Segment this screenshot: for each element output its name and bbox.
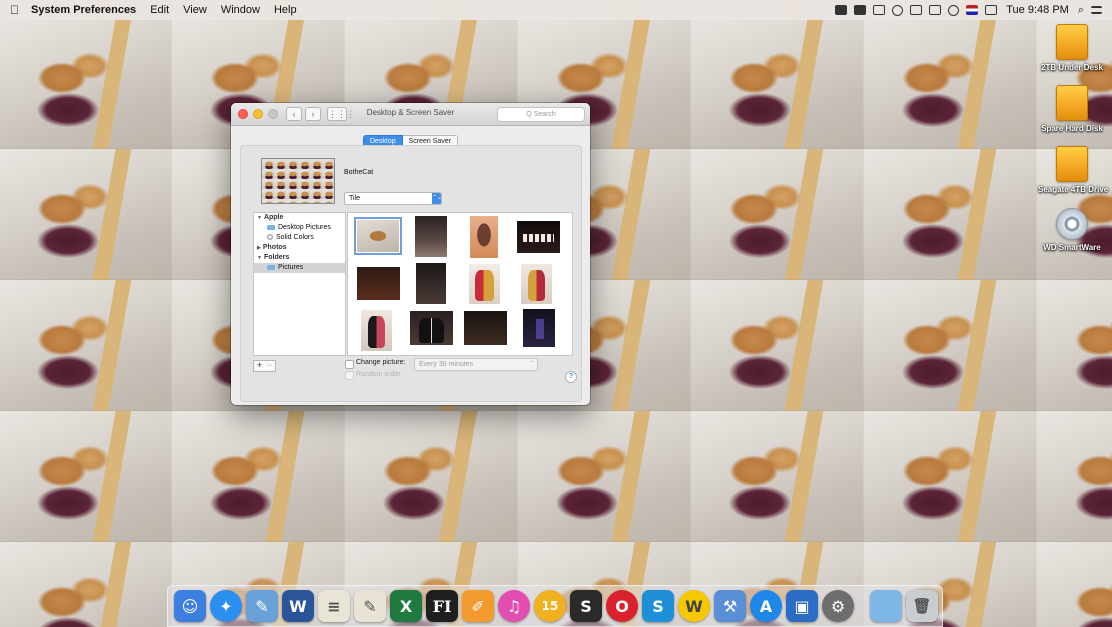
menu-help[interactable]: Help (274, 4, 297, 16)
thumbnail-photo[interactable] (416, 263, 446, 304)
camera-icon[interactable] (854, 5, 867, 15)
s-app-icon[interactable]: S (642, 590, 674, 622)
fit-select[interactable]: Tile ⌃⌄ (344, 192, 442, 205)
menu-bar:  System Preferences Edit View Window He… (0, 0, 1112, 20)
thumbnail-photo[interactable] (357, 267, 400, 300)
disclosure-triangle-icon[interactable]: ▶ (257, 245, 261, 251)
minimize-button[interactable] (253, 109, 263, 119)
external-drive-icon (1056, 85, 1088, 121)
wallpaper-preview (261, 158, 335, 204)
thumbnail-photo[interactable] (517, 221, 560, 253)
search-input[interactable]: Q Search (497, 107, 585, 122)
disc-icon (1056, 208, 1088, 240)
textedit-icon[interactable]: ✎ (354, 590, 386, 622)
notification-center-icon[interactable] (1091, 6, 1102, 14)
thumbnail-photo[interactable] (521, 264, 552, 304)
trash-icon[interactable]: 🗑 (906, 590, 938, 622)
finder-icon[interactable]: ☺ (174, 590, 206, 622)
disclosure-triangle-icon[interactable]: ▼ (257, 215, 262, 221)
source-group-apple[interactable]: ▼ Apple (254, 213, 345, 223)
xcode-icon[interactable]: ⚒ (714, 590, 746, 622)
webex-icon[interactable]: W (678, 590, 710, 622)
eject-icon[interactable] (985, 5, 998, 15)
desktop-screensaver-window: ‹ › ⋮⋮⋮ Desktop & Screen Saver Q Search … (231, 103, 590, 405)
source-list: ▼ Apple Desktop Pictures Solid Colors ▶ Ph… (253, 212, 346, 356)
window-titlebar[interactable]: ‹ › ⋮⋮⋮ Desktop & Screen Saver Q Search (231, 103, 590, 126)
wifi-icon[interactable] (948, 4, 960, 16)
thumbnail-grid (347, 212, 573, 356)
thumbnail-photo[interactable] (469, 264, 500, 304)
show-all-button[interactable]: ⋮⋮⋮ (327, 107, 355, 121)
airplay-icon[interactable] (873, 5, 886, 15)
bluetooth-icon[interactable] (910, 5, 923, 15)
forward-button[interactable]: › (305, 107, 321, 121)
dropbox-icon[interactable] (835, 5, 848, 15)
chevron-updown-icon: ⌃ (528, 361, 534, 367)
drive-seagate-4tb[interactable]: Seagate 4TB Drive (1038, 146, 1108, 194)
menu-window[interactable]: Window (221, 4, 260, 16)
close-button[interactable] (238, 109, 248, 119)
apple-menu-icon[interactable]:  (10, 3, 19, 17)
source-item-desktop-pictures[interactable]: Desktop Pictures (254, 223, 345, 233)
thumbnail-photo[interactable] (361, 310, 392, 351)
random-order-label: Random order (356, 371, 401, 378)
itunes-icon[interactable]: ♫ (498, 590, 530, 622)
word-icon[interactable]: W (282, 590, 314, 622)
safari-icon[interactable]: ✦ (210, 590, 242, 622)
spotlight-icon[interactable]: ⌕ (1078, 4, 1084, 17)
source-group-folders[interactable]: ▼ Folders (254, 253, 345, 263)
thumbnail-photo[interactable] (464, 311, 507, 345)
notes-icon[interactable]: ≡ (318, 590, 350, 622)
folder-icon (267, 224, 275, 230)
image-app-icon[interactable]: ▣ (786, 590, 818, 622)
interval-select[interactable]: Every 30 minutes ⌃ (414, 358, 538, 371)
system-preferences-icon[interactable]: ⚙ (822, 590, 854, 622)
drive-2tb-under-desk[interactable]: 2TB Under Desk (1038, 24, 1106, 72)
pages-icon[interactable]: ✐ (462, 590, 494, 622)
chevron-updown-icon: ⌃⌄ (432, 193, 442, 204)
random-order-checkbox[interactable] (345, 371, 354, 380)
fit-select-value: Tile (349, 195, 361, 202)
help-button[interactable]: ? (565, 371, 577, 383)
thumbnail-photo[interactable] (410, 311, 453, 345)
folder-icon[interactable] (870, 590, 902, 622)
back-button[interactable]: ‹ (286, 107, 302, 121)
drive-spare-hard-disk[interactable]: Spare Hard Disk (1038, 85, 1106, 133)
zoom-button[interactable] (268, 109, 278, 119)
change-picture-checkbox[interactable] (345, 360, 354, 369)
desktop-panel: BotheCat Tile ⌃⌄ ▼ Apple Desktop Pictures… (240, 145, 582, 402)
dock: ☺ ✦ ✎ W ≡ ✎ X FI ✐ ♫ 15 S O S W ⚒ A ▣ ⚙ … (167, 585, 943, 627)
fi-app-icon[interactable]: FI (426, 590, 458, 622)
menu-app-name[interactable]: System Preferences (31, 4, 136, 16)
source-item-pictures[interactable]: Pictures (254, 263, 345, 273)
drive-wd-smartware[interactable]: WD SmartWare (1038, 208, 1106, 252)
external-drive-icon (1056, 146, 1088, 182)
excel-icon[interactable]: X (390, 590, 422, 622)
thumbnail-photo[interactable] (415, 216, 447, 257)
color-wheel-icon (267, 234, 273, 241)
change-picture-label: Change picture: (356, 359, 406, 366)
source-group-photos[interactable]: ▶ Photos (254, 243, 345, 253)
flag-icon[interactable] (966, 5, 979, 15)
thumbnail-bothecat[interactable] (354, 217, 402, 255)
opera-icon[interactable]: O (606, 590, 638, 622)
app-store-icon[interactable]: A (750, 590, 782, 622)
disclosure-triangle-icon[interactable]: ▼ (257, 255, 262, 261)
folder-icon (267, 264, 275, 270)
thumbnail-photo[interactable] (523, 309, 555, 347)
menu-clock[interactable]: Tue 9:48 PM (1006, 4, 1069, 16)
external-drive-icon (1056, 24, 1088, 60)
menu-edit[interactable]: Edit (150, 4, 169, 16)
time-machine-icon[interactable] (892, 4, 904, 16)
wallpaper-name: BotheCat (344, 169, 374, 176)
source-item-solid-colors[interactable]: Solid Colors (254, 233, 345, 243)
remove-folder-button[interactable]: − (264, 360, 276, 372)
menu-view[interactable]: View (183, 4, 207, 16)
preview-icon[interactable]: ✎ (246, 590, 278, 622)
volume-icon[interactable] (929, 5, 942, 15)
calendar-app-icon[interactable]: 15 (534, 590, 566, 622)
thumbnail-photo[interactable] (470, 216, 498, 258)
interval-value: Every 30 minutes (419, 361, 474, 368)
skype-icon[interactable]: S (570, 590, 602, 622)
